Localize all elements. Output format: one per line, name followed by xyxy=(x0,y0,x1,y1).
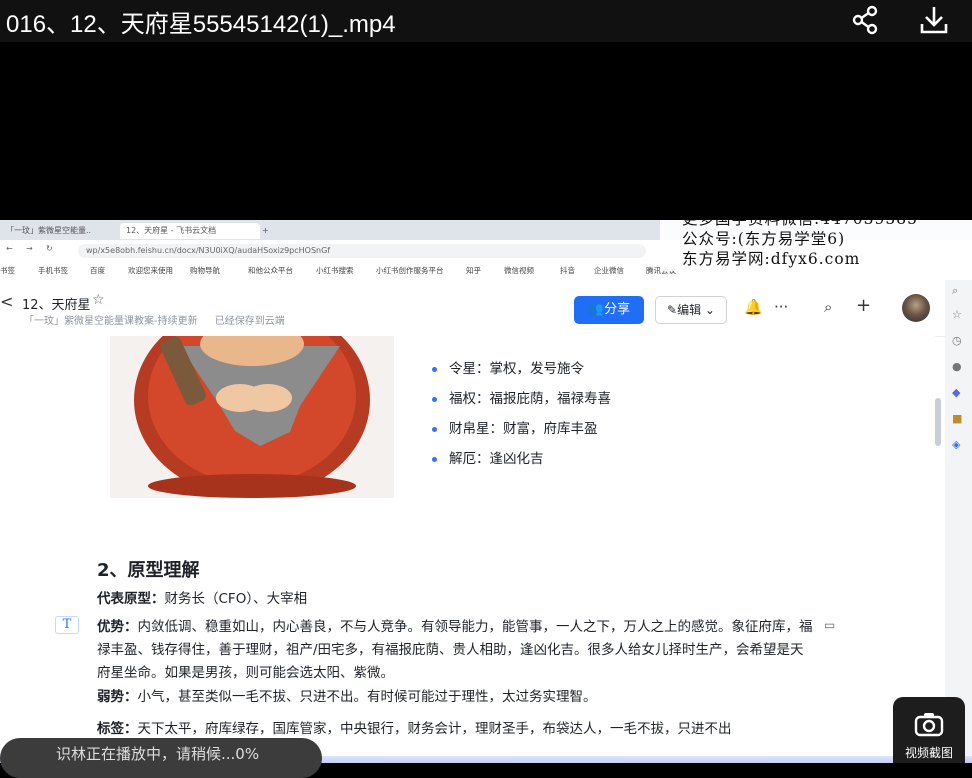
edit-mode-button[interactable]: ✎编辑 ⌄ xyxy=(655,296,727,324)
bookmark[interactable]: 和他公众平台 xyxy=(248,265,293,276)
screenshot-label: 视频截图 xyxy=(904,746,953,760)
video-screenshot-button[interactable]: 视频截图 xyxy=(893,697,965,763)
gamepad-icon[interactable]: ◆ xyxy=(952,386,960,399)
app-icon[interactable]: ◈ xyxy=(952,438,960,451)
edit-label: 编辑 xyxy=(677,303,702,317)
paragraph-archetype: 代表原型：财务长（CFO）、大宰相 xyxy=(97,588,815,611)
star-icon[interactable]: ☆ xyxy=(92,292,105,308)
share-label: 分享 xyxy=(604,302,631,317)
bookmark[interactable]: 百度 xyxy=(90,265,105,276)
bookmark[interactable]: 抖音 xyxy=(560,265,575,276)
para-label: 弱势： xyxy=(97,689,138,705)
watermark-line: 东方易学网:dfyx6.com xyxy=(682,250,861,268)
video-title: 016、12、天府星55545142(1)_.mp4 xyxy=(6,11,396,38)
bell-icon[interactable]: 🔔 xyxy=(744,298,763,316)
back-icon[interactable]: ← xyxy=(6,244,13,253)
scrollbar-thumb[interactable] xyxy=(935,398,941,446)
bookmark[interactable]: 小红书搜索 xyxy=(316,265,354,276)
share-button[interactable]: 👥分享 xyxy=(574,296,644,324)
camera-icon xyxy=(914,713,944,737)
doc-body: 令星：掌权，发号施令 福权：福报庇荫，福禄寿喜 财帛星：财富，府库丰盈 解厄：逢… xyxy=(0,336,935,763)
share-icon[interactable] xyxy=(850,4,882,36)
player-top-bar: 016、12、天府星55545142(1)_.mp4 xyxy=(0,0,972,42)
url-field[interactable]: wp/x5e8obh.feishu.cn/docx/N3U0iXQ/audaHS… xyxy=(78,244,646,258)
briefcase-icon[interactable]: ■ xyxy=(952,412,962,425)
more-icon[interactable]: ··· xyxy=(774,298,788,316)
bookmark[interactable]: 欢迎您来使用 xyxy=(128,265,173,276)
bookmark[interactable]: 手机书签 xyxy=(38,265,68,276)
watermark-line: 公众号:(东方易学堂6) xyxy=(682,230,846,248)
user-add-icon: 👥 xyxy=(587,302,605,317)
illustration-image xyxy=(110,336,394,498)
history-icon[interactable]: ◷ xyxy=(952,334,962,347)
browser-side-panel: ⌕ ☆ ◷ ● ◆ ■ ◈ xyxy=(945,280,972,763)
download-icon[interactable] xyxy=(918,4,950,36)
new-tab-button[interactable]: + xyxy=(262,223,274,239)
comment-icon[interactable]: ▭ xyxy=(824,618,835,632)
bookmark[interactable]: 企业微信 xyxy=(594,265,624,276)
search-icon[interactable]: ⌕ xyxy=(952,284,958,298)
browser-tab[interactable]: 「一玟」紫微星空能量.. xyxy=(0,223,120,239)
doc-header: < 12、天府星 ☆ 「一玟」紫微星空能量课教案-持续更新 已经保存到云端 👥分… xyxy=(0,280,945,337)
doc-title: 12、天府星 xyxy=(22,298,91,313)
para-label: 代表原型： xyxy=(97,591,165,607)
list-item: 令星：掌权，发号施令 xyxy=(430,354,611,384)
watermark-line: 更多国学资料微信:447039585 xyxy=(682,220,972,229)
section-heading: 2、原型理解 xyxy=(97,560,200,581)
doc-back-button[interactable]: < xyxy=(0,292,13,311)
loading-text: 识林正在播放中，请稍候...0% xyxy=(56,745,260,763)
video-black-area xyxy=(0,42,972,220)
para-text: 小气，甚至类似一毛不拔、只进不出。有时候可能过于理性，太过务实理智。 xyxy=(137,689,597,705)
forward-icon[interactable]: → xyxy=(26,244,33,253)
paragraph-strengths: 优势：内敛低调、稳重如山，内心善良，不与人竞争。有领导能力，能管事，一人之下，万… xyxy=(97,616,815,685)
list-item: 福权：福报庇荫，福禄寿喜 xyxy=(430,384,611,414)
watermark: 更多国学资料微信:447039585 公众号:(东方易学堂6) 东方易学网:df… xyxy=(660,220,972,271)
save-status: 已经保存到云端 xyxy=(214,316,285,327)
star-icon[interactable]: ☆ xyxy=(952,308,962,321)
video-frame: 「一玟」紫微星空能量.. 12、天府星 - 飞书云文档 + ← → ↻ wp/x… xyxy=(0,220,972,763)
list-item: 财帛星：财富，府库丰盈 xyxy=(430,414,611,444)
pencil-icon: ✎ xyxy=(667,303,678,317)
para-text: 财务长（CFO）、大宰相 xyxy=(164,591,308,607)
chevron-down-icon: ⌄ xyxy=(701,303,715,317)
bookmark[interactable]: 书签 xyxy=(0,265,15,276)
para-text: 天下太平，府库绿存，国库管家，中央银行，财务会计，理财圣手，布袋达人，一毛不拔，… xyxy=(137,721,732,737)
bookmark[interactable]: 购物导航 xyxy=(190,265,220,276)
avatar[interactable] xyxy=(902,294,930,322)
search-icon[interactable]: ⌕ xyxy=(824,298,832,316)
text-block-handle[interactable]: T xyxy=(55,616,79,634)
browser-tab-active[interactable]: 12、天府星 - 飞书云文档 xyxy=(120,223,260,239)
bookmark[interactable]: 微信视频 xyxy=(504,265,534,276)
reload-icon[interactable]: ↻ xyxy=(46,244,53,253)
para-label: 标签： xyxy=(97,721,138,737)
breadcrumb-folder[interactable]: 「一玟」紫微星空能量课教案-持续更新 xyxy=(24,316,198,327)
bookmark[interactable]: 小红书创作服务平台 xyxy=(376,265,444,276)
extension-icon[interactable]: ● xyxy=(952,360,962,373)
bookmark[interactable]: 知乎 xyxy=(466,265,481,276)
bullet-list: 令星：掌权，发号施令 福权：福报庇荫，福禄寿喜 财帛星：财富，府库丰盈 解厄：逢… xyxy=(430,354,611,474)
doc-breadcrumb: 「一玟」紫微星空能量课教案-持续更新 已经保存到云端 xyxy=(24,312,285,327)
paragraph-weaknesses: 弱势：小气，甚至类似一毛不拔、只进不出。有时候可能过于理性，太过务实理智。 xyxy=(97,686,815,709)
add-icon[interactable]: + xyxy=(856,295,871,316)
para-label: 优势： xyxy=(97,619,138,635)
loading-toast: 识林正在播放中，请稍候...0% xyxy=(0,738,322,778)
para-text: 内敛低调、稳重如山，内心善良，不与人竞争。有领导能力，能管事，一人之下，万人之上… xyxy=(97,619,813,681)
list-item: 解厄：逢凶化吉 xyxy=(430,444,611,474)
